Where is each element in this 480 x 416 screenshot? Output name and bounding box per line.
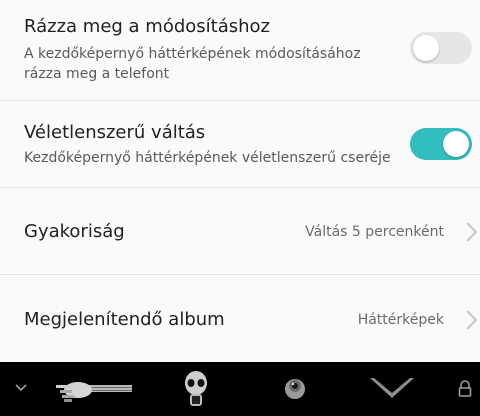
chevron-logo-wallpaper-thumb[interactable] <box>368 376 416 402</box>
lock-icon[interactable] <box>458 380 472 398</box>
setting-row-random[interactable]: Véletlenszerű váltás Kezdőképernyő hátté… <box>0 101 480 187</box>
hand-wallpaper-thumb[interactable] <box>52 372 136 406</box>
toggle-knob <box>413 35 439 61</box>
skull-wallpaper-thumb[interactable] <box>182 368 210 410</box>
album-value: Háttérképek <box>357 312 444 328</box>
toggle-knob <box>443 131 469 157</box>
random-toggle-switch[interactable] <box>410 128 472 160</box>
frequency-value: Váltás 5 percenként <box>305 224 444 240</box>
eye-wallpaper-thumb[interactable] <box>282 376 308 402</box>
shake-setting-title: Rázza meg a módosításhoz <box>24 16 270 37</box>
shake-setting-subtitle: A kezdőképernyő háttérképének módosításá… <box>24 46 361 82</box>
album-setting-title: Megjelenítendő album <box>24 309 225 330</box>
chevron-right-icon <box>466 310 478 330</box>
setting-row-album[interactable]: Megjelenítendő album Háttérképek <box>0 275 480 362</box>
chevron-down-icon[interactable] <box>14 382 28 394</box>
shake-toggle-switch[interactable] <box>410 32 472 64</box>
frequency-setting-title: Gyakoriság <box>24 221 125 242</box>
setting-row-frequency[interactable]: Gyakoriság Váltás 5 percenként <box>0 188 480 274</box>
random-setting-subtitle: Kezdőképernyő háttérképének véletlenszer… <box>24 150 391 166</box>
setting-row-shake[interactable]: Rázza meg a módosításhoz A kezdőképernyő… <box>0 0 480 100</box>
wallpaper-preview-bar <box>0 362 480 416</box>
random-setting-title: Véletlenszerű váltás <box>24 122 206 143</box>
chevron-right-icon <box>466 222 478 242</box>
